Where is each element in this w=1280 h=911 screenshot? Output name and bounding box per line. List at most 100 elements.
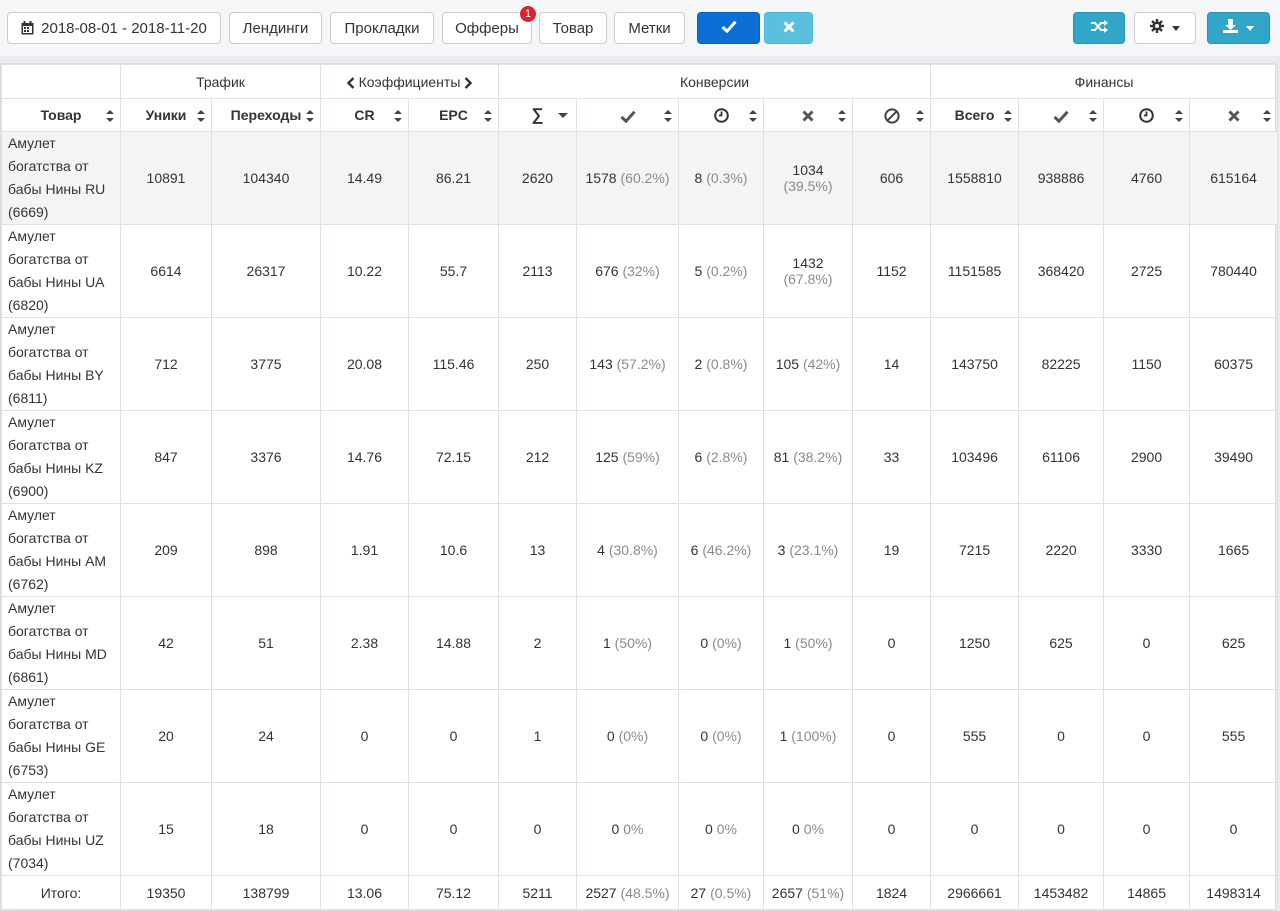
chevron-down-icon — [1246, 25, 1254, 31]
settings-button[interactable] — [1134, 12, 1196, 44]
col-clicks-label: Переходы — [230, 107, 302, 123]
hold-cell: 8 (0.3%) — [678, 131, 764, 225]
table-row[interactable]: Амулет богатства от бабы Нины AM (6762) … — [1, 503, 1279, 597]
trash-cell: 1152 — [851, 224, 932, 318]
col-fin-total[interactable]: Всего — [930, 98, 1020, 132]
product-name: Амулет богатства от бабы Нины AM (6762) — [1, 503, 121, 597]
col-trash[interactable] — [851, 98, 932, 132]
fin-rejected-cell: 60375 — [1189, 317, 1279, 411]
approved-cell: 1 (50%) — [576, 596, 679, 690]
offers-label: Офферы — [455, 19, 519, 37]
fin-approved-cell: 368420 — [1018, 224, 1105, 318]
chevron-right-icon[interactable] — [464, 76, 473, 89]
trash-cell: 0 — [851, 596, 932, 690]
table-row[interactable]: Амулет богатства от бабы Нины RU (6669) … — [1, 131, 1279, 225]
landings-button[interactable]: Лендинги — [229, 12, 322, 44]
total-uniques: 19350 — [120, 875, 212, 910]
col-epc[interactable]: EPC — [408, 98, 499, 132]
col-fin-rejected[interactable] — [1189, 98, 1279, 132]
epc-cell: 0 — [408, 782, 499, 876]
col-rejected[interactable] — [763, 98, 853, 132]
col-product[interactable]: Товар — [1, 98, 121, 132]
product-filter-button[interactable]: Товар — [539, 12, 607, 44]
sort-icon — [916, 110, 925, 122]
cr-cell: 1.91 — [320, 503, 409, 597]
hold-cell: 0 0% — [678, 782, 764, 876]
col-fin-approved[interactable] — [1018, 98, 1105, 132]
hold-percent: (0%) — [712, 635, 742, 651]
rejected-percent: (67.8%) — [783, 271, 833, 287]
sum-cell: 250 — [498, 317, 577, 411]
col-cr[interactable]: CR — [320, 98, 409, 132]
col-uniques-label: Уники — [145, 107, 187, 123]
table-row[interactable]: Амулет богатства от бабы Нины BY (6811) … — [1, 317, 1279, 411]
fin-total-cell: 0 — [930, 782, 1020, 876]
approved-count: 125 — [595, 449, 619, 465]
col-hold[interactable] — [678, 98, 764, 132]
cross-icon — [782, 20, 795, 37]
totals-row: Итого: 19350 138799 13.06 75.12 5211 252… — [1, 875, 1279, 910]
date-range-label: 2018-08-01 - 2018-11-20 — [41, 19, 207, 37]
sum-cell: 2113 — [498, 224, 577, 318]
hold-count: 5 — [694, 263, 703, 279]
rejected-count: 2657 — [771, 884, 803, 901]
group-finances: Финансы — [930, 64, 1279, 99]
offers-button[interactable]: Офферы 1 — [442, 5, 537, 44]
col-clicks[interactable]: Переходы — [211, 98, 321, 132]
sort-icon — [1175, 110, 1184, 122]
col-fin-hold[interactable] — [1103, 98, 1191, 132]
cross-icon — [1228, 110, 1240, 122]
fin-hold-cell: 0 — [1103, 596, 1191, 690]
col-uniques[interactable]: Уники — [120, 98, 212, 132]
rejected-cell: 81 (38.2%) — [763, 410, 853, 504]
table-row[interactable]: Амулет богатства от бабы Нины UA (6820) … — [1, 224, 1279, 318]
reset-button[interactable] — [764, 12, 813, 44]
approved-percent: (59%) — [622, 449, 660, 465]
date-range-button[interactable]: 2018-08-01 - 2018-11-20 — [7, 12, 221, 44]
tags-button[interactable]: Метки — [614, 12, 685, 44]
rejected-percent: 0% — [803, 821, 824, 837]
table-row[interactable]: Амулет богатства от бабы Нины GE (6753) … — [1, 689, 1279, 783]
hold-percent: (0.2%) — [706, 263, 748, 279]
col-approved[interactable] — [576, 98, 679, 132]
download-button[interactable] — [1207, 12, 1270, 44]
fin-total-cell: 143750 — [930, 317, 1020, 411]
epc-cell: 14.88 — [408, 596, 499, 690]
sum-cell: 2620 — [498, 131, 577, 225]
approved-cell: 0 (0%) — [576, 689, 679, 783]
sort-icon — [1263, 110, 1272, 122]
col-sum[interactable]: ∑ — [498, 98, 577, 132]
sort-icon — [838, 110, 846, 122]
approved-cell: 1578 (60.2%) — [576, 131, 679, 225]
column-header-row: Товар Уники Переходы CR EPC ∑ Всего — [1, 98, 1279, 132]
cr-cell: 0 — [320, 782, 409, 876]
rejected-percent: (39.5%) — [783, 178, 833, 194]
chevron-left-icon[interactable] — [346, 76, 355, 89]
product-name: Амулет богатства от бабы Нины BY (6811) — [1, 317, 121, 411]
total-sum: 5211 — [498, 875, 577, 910]
hold-count: 27 — [690, 884, 707, 901]
rejected-cell: 0 0% — [763, 782, 853, 876]
col-fin-total-label: Всего — [954, 107, 995, 123]
table-row[interactable]: Амулет богатства от бабы Нины KZ (6900) … — [1, 410, 1279, 504]
rejected-cell: 1034 (39.5%) — [763, 131, 853, 225]
cr-cell: 10.22 — [320, 224, 409, 318]
table-row[interactable]: Амулет богатства от бабы Нины UZ (7034) … — [1, 782, 1279, 876]
sort-icon — [749, 110, 757, 122]
sum-cell: 2 — [498, 596, 577, 690]
epc-cell: 10.6 — [408, 503, 499, 597]
product-name: Амулет богатства от бабы Нины UZ (7034) — [1, 782, 121, 876]
approved-count: 676 — [595, 263, 619, 279]
hold-count: 6 — [694, 449, 703, 465]
hold-percent: (46.2%) — [702, 542, 752, 558]
cr-cell: 0 — [320, 689, 409, 783]
table-row[interactable]: Амулет богатства от бабы Нины MD (6861) … — [1, 596, 1279, 690]
ban-icon — [883, 108, 900, 124]
prelandings-button[interactable]: Прокладки — [330, 12, 434, 44]
apply-button[interactable] — [697, 12, 760, 44]
sort-icon — [484, 110, 492, 122]
uniques-cell: 42 — [120, 596, 212, 690]
fin-hold-cell: 1150 — [1103, 317, 1191, 411]
shuffle-button[interactable] — [1073, 12, 1125, 44]
sum-cell: 13 — [498, 503, 577, 597]
